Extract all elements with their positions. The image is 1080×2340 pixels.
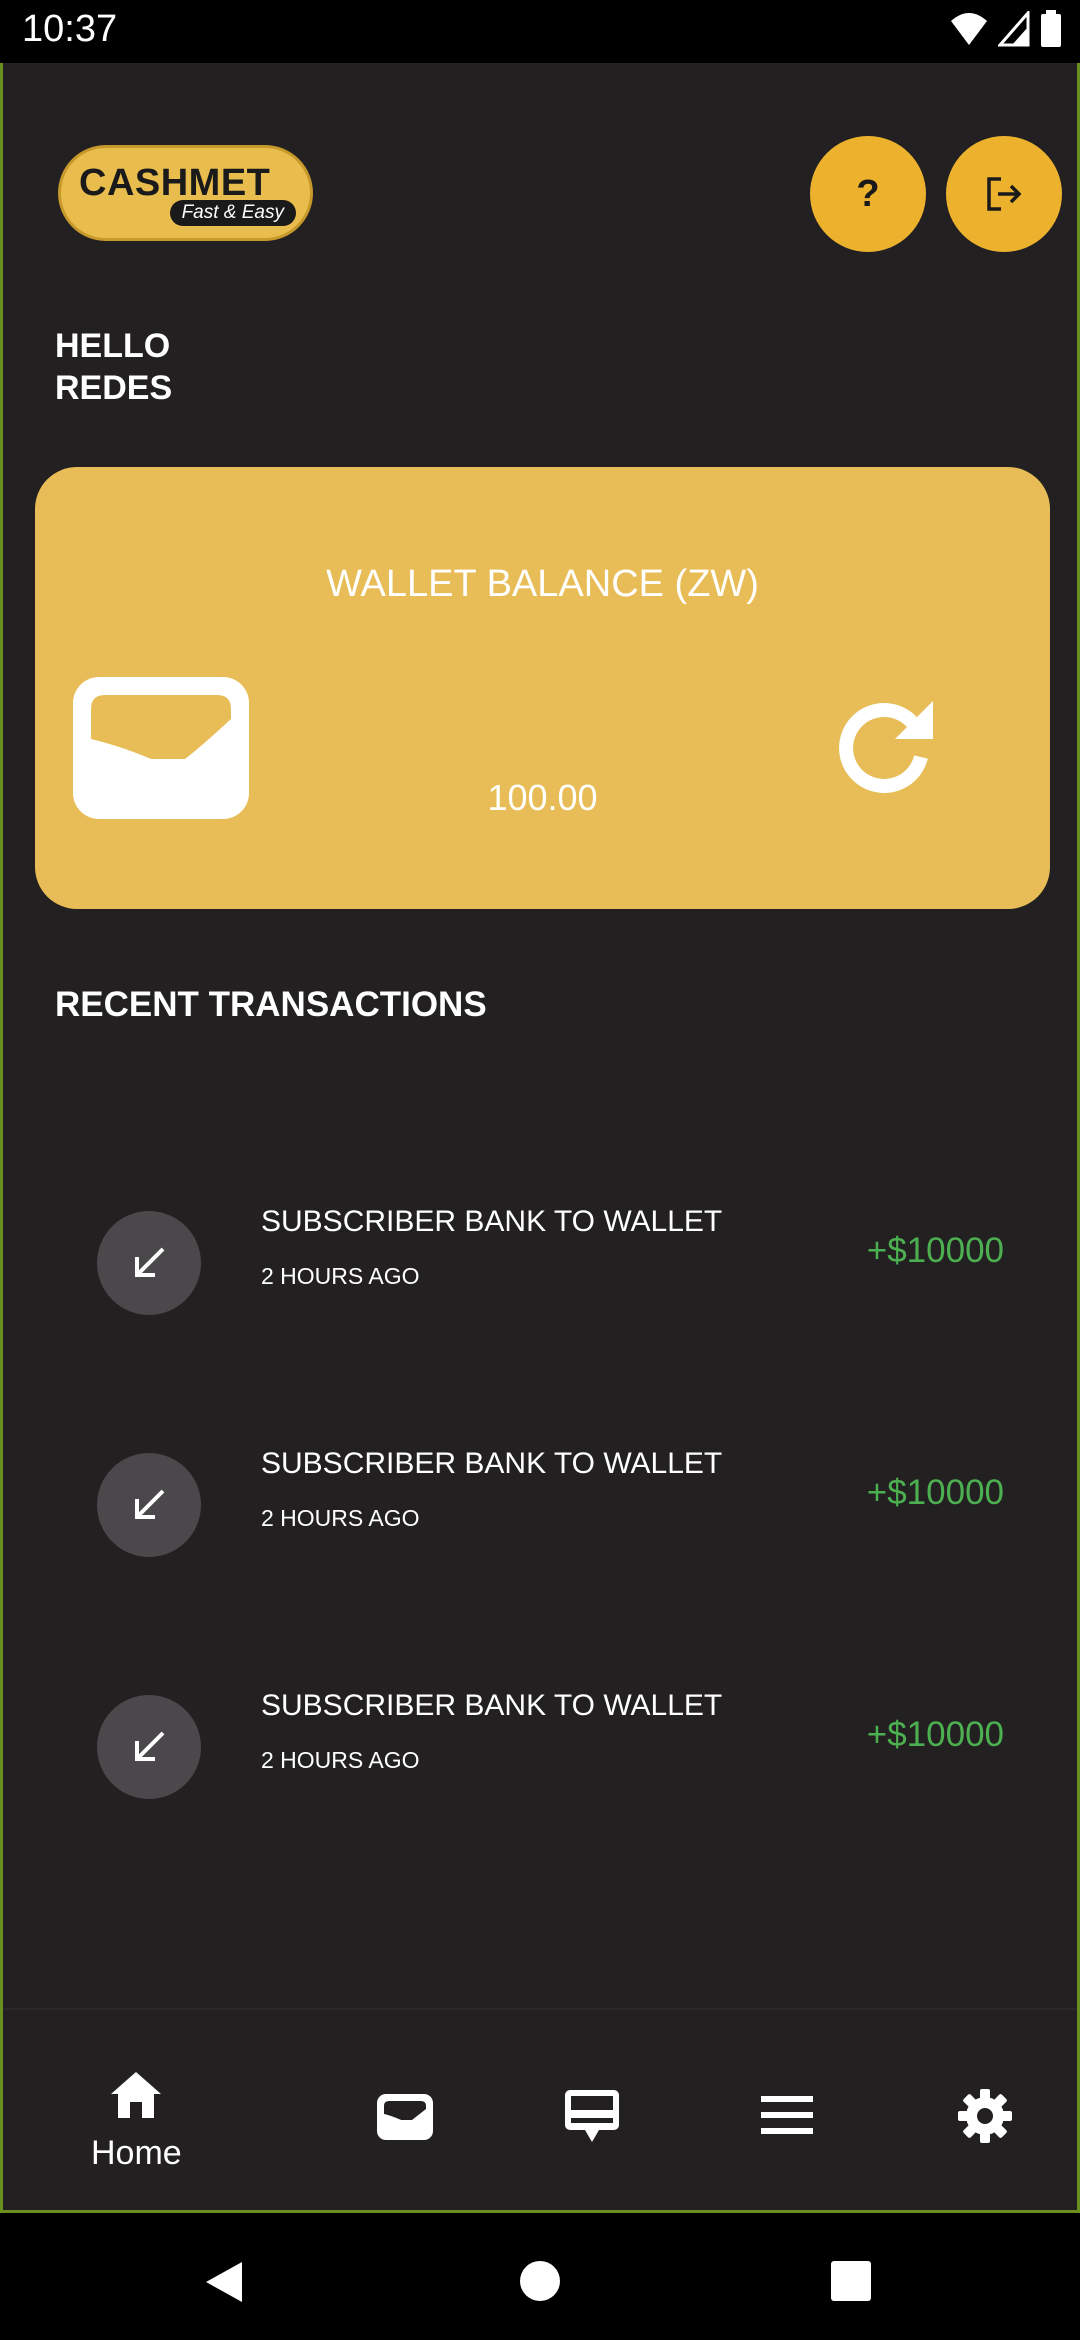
greeting: HELLO REDES — [55, 325, 172, 409]
wallet-balance-card: WALLET BALANCE (ZW) 100.00 — [35, 467, 1050, 909]
wallet-balance-title: WALLET BALANCE (ZW) — [326, 563, 759, 605]
arrow-down-left-icon — [135, 1489, 165, 1519]
arrow-down-left-icon — [135, 1247, 165, 1277]
logout-icon — [987, 177, 1022, 211]
nav-menu[interactable] — [761, 2096, 813, 2134]
home-circle-icon[interactable] — [519, 2260, 561, 2302]
status-time: 10:37 — [22, 8, 118, 50]
nav-settings[interactable] — [957, 2088, 1013, 2144]
greeting-username: REDES — [55, 369, 173, 407]
status-icons — [950, 10, 1062, 48]
nav-home-label: Home — [91, 2134, 182, 2172]
recents-icon[interactable] — [830, 2260, 872, 2302]
nav-wallet[interactable] — [377, 2094, 433, 2140]
cashmet-logo: CASHMET Fast & Easy — [58, 145, 313, 241]
tx-type-badge — [97, 1453, 201, 1557]
tx-time: 2 HOURS AGO — [261, 1263, 420, 1289]
battery-icon — [1041, 10, 1061, 47]
tx-amount: +$10000 — [866, 1473, 1004, 1512]
home-icon — [111, 2072, 162, 2118]
logo-tagline: Fast & Easy — [169, 200, 296, 226]
wallet-icon — [377, 2094, 433, 2140]
arrow-down-left-icon — [135, 1731, 165, 1761]
menu-icon — [761, 2096, 813, 2134]
logo-title: CASHMET — [79, 162, 271, 204]
tx-title: SUBSCRIBER BANK TO WALLET — [261, 1447, 723, 1480]
back-icon[interactable] — [204, 2260, 244, 2304]
bottom-navigation: Home — [3, 2008, 1077, 2210]
tx-amount: +$10000 — [866, 1715, 1004, 1754]
tx-time: 2 HOURS AGO — [261, 1747, 420, 1773]
wifi-icon — [951, 13, 987, 45]
tx-title: SUBSCRIBER BANK TO WALLET — [261, 1689, 723, 1722]
gear-icon — [958, 2089, 1012, 2143]
tx-time: 2 HOURS AGO — [261, 1505, 420, 1531]
app-screen: CASHMET Fast & Easy ? HELLO REDES WALLET… — [0, 63, 1080, 2213]
refresh-icon[interactable] — [835, 695, 937, 797]
help-icon: ? — [856, 172, 880, 215]
tx-type-badge — [97, 1211, 201, 1315]
nav-pos-terminal[interactable] — [563, 2088, 621, 2144]
pos-terminal-icon — [565, 2090, 619, 2142]
tx-title: SUBSCRIBER BANK TO WALLET — [261, 1205, 723, 1238]
status-bar: 10:37 — [0, 0, 1080, 63]
transaction-list: SUBSCRIBER BANK TO WALLET 2 HOURS AGO +$… — [19, 1201, 1064, 2011]
tx-amount: +$10000 — [866, 1231, 1004, 1270]
cell-signal-icon — [998, 11, 1030, 47]
tx-type-badge — [97, 1695, 201, 1799]
nav-home[interactable]: Home — [91, 2070, 182, 2173]
system-navigation-bar — [0, 2216, 1080, 2340]
recent-transactions-title: RECENT TRANSACTIONS — [55, 985, 487, 1024]
help-button[interactable]: ? — [810, 136, 926, 252]
transaction-item[interactable]: SUBSCRIBER BANK TO WALLET 2 HOURS AGO +$… — [19, 1685, 1064, 1805]
greeting-line-1: HELLO — [55, 327, 171, 365]
transaction-item[interactable]: SUBSCRIBER BANK TO WALLET 2 HOURS AGO +$… — [19, 1443, 1064, 1563]
logout-button[interactable] — [946, 136, 1062, 252]
transaction-item[interactable]: SUBSCRIBER BANK TO WALLET 2 HOURS AGO +$… — [19, 1201, 1064, 1321]
